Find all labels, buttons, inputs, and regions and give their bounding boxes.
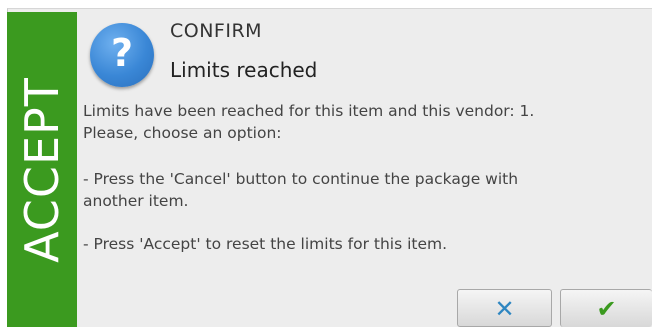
message-line: another item.	[83, 192, 189, 210]
dialog-subtitle: Limits reached	[170, 58, 318, 82]
close-icon: ✕	[494, 295, 515, 323]
message-line: Please, choose an option:	[83, 124, 282, 142]
message-line: Limits have been reached for this item a…	[83, 102, 535, 120]
message-line: - Press the 'Cancel' button to continue …	[83, 170, 519, 188]
question-glyph: ?	[110, 31, 134, 75]
cancel-button[interactable]: ✕	[457, 289, 552, 327]
dialog-title: CONFIRM	[170, 20, 263, 42]
message-line: - Press 'Accept' to reset the limits for…	[83, 235, 448, 253]
question-icon: ?	[90, 23, 154, 87]
accept-button[interactable]: ✔	[560, 289, 652, 327]
check-icon: ✔	[596, 295, 617, 323]
screen: ACCEPT ? CONFIRM Limits reached Limits h…	[0, 0, 652, 327]
accept-side-button[interactable]: ACCEPT	[7, 12, 77, 327]
accept-side-label: ACCEPT	[15, 76, 69, 263]
